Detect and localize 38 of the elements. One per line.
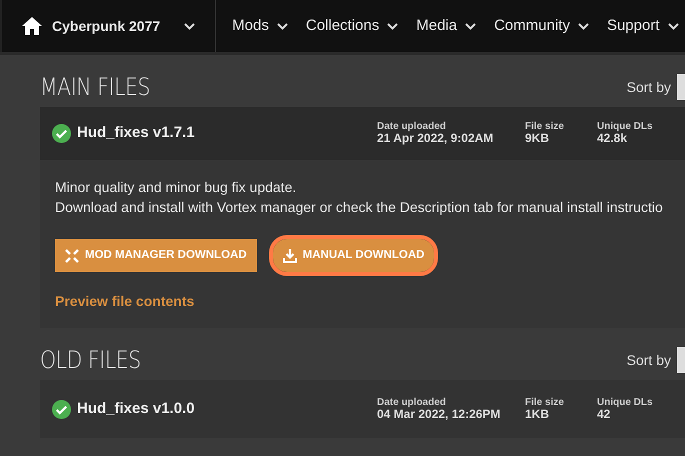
stat-label: Unique DLs [597, 396, 654, 408]
stat-value: 04 Mar 2022, 12:26PM [377, 408, 502, 422]
stat-label: File size [525, 121, 565, 132]
stat-label: File size [525, 396, 565, 408]
download-icon [282, 248, 297, 263]
caret-icon [387, 22, 398, 30]
nav-menu[interactable]: Collections [306, 14, 398, 38]
sort-label: Sort by [626, 78, 671, 97]
sort-select[interactable] [677, 347, 685, 373]
stat-value: 9KB [525, 132, 550, 146]
file-name: Hud_fixes v1.0.0 [77, 398, 196, 419]
caret-icon [668, 22, 678, 30]
section-title: OLD FILES [40, 345, 141, 376]
nav-menu[interactable]: Mods [232, 14, 288, 38]
stat-label: Unique DLs [597, 121, 654, 132]
file-name: Hud_fixes v1.7.1 [77, 123, 196, 144]
caret-icon [184, 22, 196, 30]
tools-icon [65, 248, 79, 263]
stat-label: Date uploaded [377, 121, 447, 132]
nav-menu[interactable]: Support [606, 14, 678, 38]
stat-value: 42.8k [597, 132, 628, 146]
description-text: Download and install with Vortex manager or check the Description tab for manual install instructio [55, 198, 664, 217]
preview-link[interactable]: Preview file contents [55, 293, 194, 310]
description-text: Minor quality and minor bug fix update. [55, 178, 298, 197]
sort-select[interactable] [677, 74, 685, 100]
stat-value: 42 [597, 408, 610, 422]
nav-menu[interactable]: Media [416, 14, 476, 38]
stat-label: Date uploaded [377, 396, 447, 408]
home-icon[interactable] [22, 17, 42, 35]
nav-menu[interactable]: Community [494, 14, 589, 38]
stat-value: 21 Apr 2022, 9:02AM [377, 132, 494, 146]
sort-label: Sort by [626, 350, 671, 370]
game-menu[interactable]: Cyberpunk 2077 [52, 16, 196, 36]
caret-icon [276, 22, 288, 30]
caret-icon [465, 22, 476, 30]
stat-value: 1KB [525, 408, 550, 422]
section-title: MAIN FILES [40, 72, 150, 103]
caret-icon [578, 22, 589, 30]
